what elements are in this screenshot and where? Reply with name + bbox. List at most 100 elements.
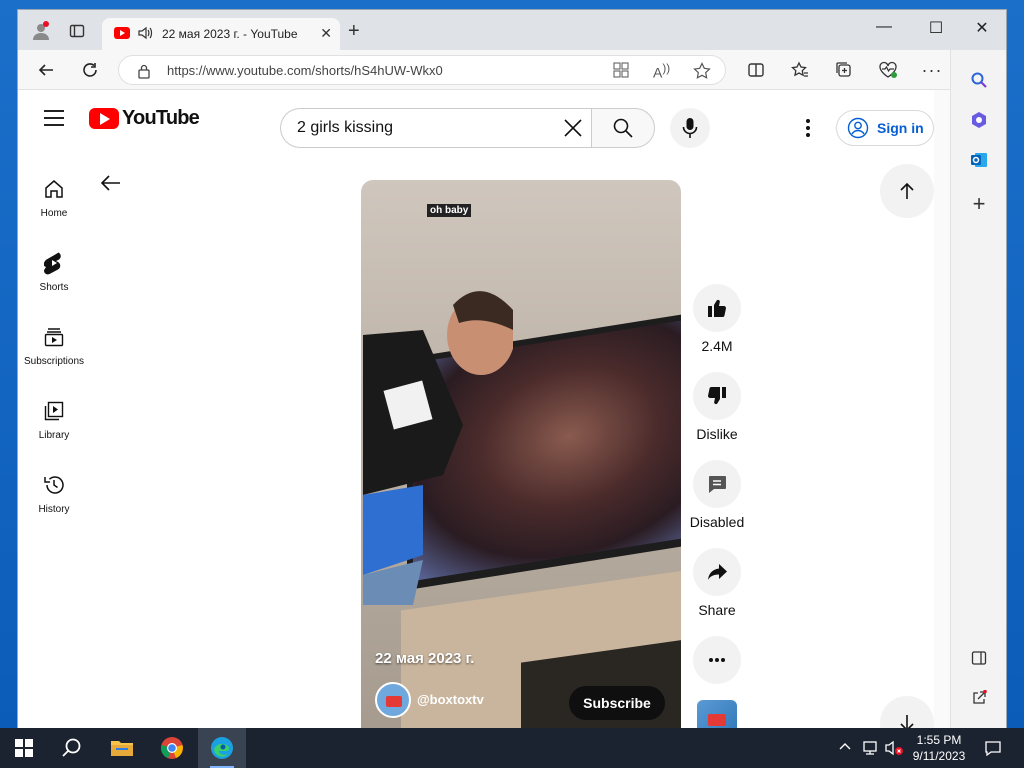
like-action[interactable]: 2.4M bbox=[689, 284, 745, 354]
back-button[interactable] bbox=[34, 59, 58, 81]
show-hidden-icons[interactable] bbox=[838, 740, 852, 754]
youtube-play-icon bbox=[89, 107, 119, 129]
tab-actions-icon[interactable] bbox=[66, 20, 88, 42]
new-tab-button[interactable]: + bbox=[348, 21, 360, 41]
comment-icon bbox=[709, 476, 726, 493]
video-scene-person bbox=[363, 291, 513, 605]
share-label: Share bbox=[698, 602, 736, 618]
search-button[interactable] bbox=[591, 108, 655, 148]
chrome-button[interactable] bbox=[148, 728, 196, 768]
address-bar[interactable]: https://www.youtube.com/shorts/hS4hUW-Wk… bbox=[118, 55, 726, 85]
clock-time: 1:55 PM bbox=[916, 733, 962, 747]
youtube-logo[interactable]: YouTube bbox=[89, 106, 200, 130]
open-external-icon[interactable] bbox=[967, 686, 991, 710]
back-arrow-icon[interactable] bbox=[100, 174, 122, 197]
dislike-action[interactable]: Dislike bbox=[689, 372, 745, 442]
previous-short-button[interactable] bbox=[880, 164, 934, 218]
library-icon bbox=[18, 398, 90, 424]
browser-toolbar: https://www.youtube.com/shorts/hS4hUW-Wk… bbox=[18, 50, 1006, 90]
tab-title: 22 мая 2023 г. - YouTube bbox=[162, 27, 298, 41]
menu-icon[interactable] bbox=[44, 110, 64, 131]
dislike-button[interactable] bbox=[693, 372, 741, 420]
dislike-label: Dislike bbox=[696, 426, 738, 442]
comments-action[interactable]: Disabled bbox=[689, 460, 745, 530]
url-text: https://www.youtube.com/shorts/hS4hUW-Wk… bbox=[167, 63, 443, 78]
history-icon bbox=[18, 472, 90, 498]
edge-button[interactable] bbox=[198, 728, 246, 768]
video-date: 22 мая 2023 г. bbox=[375, 650, 475, 667]
channel-name[interactable]: @boxtoxtv bbox=[417, 692, 484, 707]
guide-label-shorts: Shorts bbox=[39, 282, 69, 293]
guide-item-library[interactable]: Library bbox=[18, 398, 90, 441]
search-query: 2 girls kissing bbox=[297, 119, 394, 136]
add-sidebar-item-icon[interactable]: + bbox=[967, 191, 991, 216]
subscriptions-icon bbox=[18, 324, 90, 350]
guide-label-home: Home bbox=[40, 208, 68, 219]
youtube-header: YouTube 2 girls kissing Sign in bbox=[18, 90, 950, 148]
favorites-icon[interactable] bbox=[788, 59, 812, 81]
file-explorer-button[interactable] bbox=[98, 728, 146, 768]
guide-item-subscriptions[interactable]: Subscriptions bbox=[18, 324, 90, 367]
channel-avatar[interactable] bbox=[375, 682, 411, 718]
account-icon bbox=[847, 117, 869, 139]
youtube-favicon-icon bbox=[114, 27, 130, 39]
notifications-icon[interactable] bbox=[984, 740, 1002, 759]
windows-taskbar: 1:55 PM 9/11/2023 bbox=[0, 728, 1024, 768]
system-clock[interactable]: 1:55 PM 9/11/2023 bbox=[908, 732, 970, 764]
guide-item-history[interactable]: History bbox=[18, 472, 90, 515]
next-short-button[interactable] bbox=[880, 696, 934, 728]
read-aloud-icon[interactable]: A)) bbox=[653, 62, 670, 81]
app-available-icon[interactable] bbox=[613, 62, 629, 83]
favorite-star-icon[interactable] bbox=[693, 62, 711, 85]
maximize-button[interactable]: ☐ bbox=[916, 18, 956, 38]
page-scrollbar[interactable] bbox=[934, 90, 950, 728]
close-window-button[interactable]: ✕ bbox=[962, 18, 1002, 38]
share-action[interactable]: Share bbox=[689, 548, 745, 618]
active-tab[interactable]: 22 мая 2023 г. - YouTube ✕ bbox=[102, 18, 340, 50]
browser-essentials-icon[interactable] bbox=[876, 59, 900, 81]
sign-in-button[interactable]: Sign in bbox=[836, 110, 934, 146]
taskbar-search-button[interactable] bbox=[48, 728, 96, 768]
network-icon[interactable] bbox=[862, 740, 880, 759]
settings-more-icon[interactable]: ··· bbox=[920, 59, 944, 81]
more-actions-button[interactable] bbox=[693, 636, 741, 684]
lock-icon[interactable] bbox=[137, 63, 151, 84]
guide-item-home[interactable]: Home bbox=[18, 176, 90, 219]
copilot-icon[interactable] bbox=[967, 108, 991, 132]
browser-window: 22 мая 2023 г. - YouTube ✕ + — ☐ ✕ https… bbox=[18, 10, 1006, 728]
short-video-player[interactable]: oh baby 22 мая 2023 г. @boxtoxtv Subscri… bbox=[361, 180, 681, 728]
comments-button[interactable] bbox=[693, 460, 741, 508]
guide-item-shorts[interactable]: Shorts bbox=[18, 250, 90, 293]
voice-search-button[interactable] bbox=[670, 108, 710, 148]
edge-sidebar: + bbox=[950, 50, 1006, 728]
clear-search-icon[interactable] bbox=[560, 115, 586, 146]
hide-sidebar-icon[interactable] bbox=[967, 646, 991, 670]
search-icon bbox=[613, 118, 633, 138]
more-actions[interactable] bbox=[689, 636, 745, 684]
clock-date: 9/11/2023 bbox=[912, 749, 966, 763]
share-button[interactable] bbox=[693, 548, 741, 596]
volume-muted-icon[interactable] bbox=[884, 740, 904, 759]
more-settings-icon[interactable] bbox=[796, 116, 820, 140]
arrow-up-icon bbox=[900, 182, 914, 199]
outlook-icon[interactable] bbox=[967, 148, 991, 172]
sound-thumbnail[interactable] bbox=[697, 700, 737, 728]
start-button[interactable] bbox=[0, 728, 48, 768]
like-button[interactable] bbox=[693, 284, 741, 332]
tab-strip: 22 мая 2023 г. - YouTube ✕ + — ☐ ✕ bbox=[18, 10, 1006, 50]
video-overlay-caption: oh baby bbox=[427, 204, 472, 217]
microphone-icon bbox=[682, 118, 698, 138]
speaker-icon[interactable] bbox=[136, 24, 154, 47]
shorts-icon bbox=[18, 250, 90, 276]
search-input[interactable]: 2 girls kissing bbox=[280, 108, 592, 148]
subscribe-button[interactable]: Subscribe bbox=[569, 686, 665, 720]
arrow-down-icon bbox=[900, 715, 914, 728]
refresh-button[interactable] bbox=[78, 59, 102, 81]
search-sidebar-icon[interactable] bbox=[967, 68, 991, 92]
split-screen-icon[interactable] bbox=[744, 59, 768, 81]
collections-icon[interactable] bbox=[832, 59, 856, 81]
tab-close-icon[interactable]: ✕ bbox=[320, 25, 332, 42]
minimize-button[interactable]: — bbox=[864, 18, 904, 36]
profile-icon[interactable] bbox=[30, 20, 52, 42]
search-icon bbox=[62, 738, 81, 757]
